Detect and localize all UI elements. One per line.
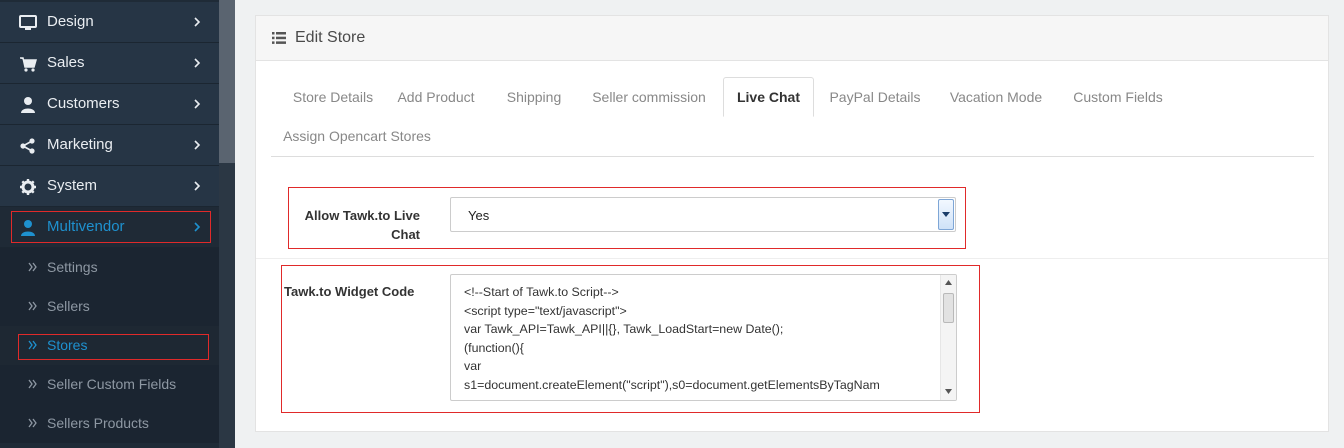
sidebar-subitem-sellers[interactable]: Sellers — [0, 287, 219, 326]
widget-code-text: <!--Start of Tawk.to Script--> <script t… — [464, 285, 880, 392]
chevron-right-icon — [194, 58, 201, 68]
panel-heading: Edit Store — [256, 16, 1328, 61]
live-chat-label: Allow Tawk.to Live Chat — [304, 208, 420, 242]
tab-custom-fields[interactable]: Custom Fields — [1066, 77, 1170, 117]
sidebar-scrollbar[interactable] — [219, 0, 235, 448]
scroll-up-arrow-icon[interactable] — [945, 280, 952, 285]
tabs-divider — [271, 156, 1314, 157]
chevron-right-icon — [194, 17, 201, 27]
sidebar: Design Sales Customers Marketing System … — [0, 0, 219, 448]
user-icon — [21, 97, 35, 113]
sidebar-item-label: Customers — [47, 95, 120, 112]
sidebar-scrollbar-thumb[interactable] — [219, 0, 235, 163]
chevron-right-icon — [194, 181, 201, 191]
double-chevron-right-icon — [28, 262, 37, 272]
caret-down-icon — [942, 212, 950, 217]
widget-code-label: Tawk.to Widget Code — [284, 284, 415, 299]
sidebar-item-marketing[interactable]: Marketing — [0, 125, 219, 166]
page-title: Edit Store — [295, 29, 366, 46]
form-row-divider — [256, 258, 1328, 259]
sidebar-item-label: Marketing — [47, 136, 113, 153]
sidebar-subitem-seller-custom-fields[interactable]: Seller Custom Fields — [0, 365, 219, 404]
sidebar-item-design[interactable]: Design — [0, 2, 219, 43]
list-icon — [272, 32, 286, 44]
tab-live-chat[interactable]: Live Chat — [723, 77, 814, 117]
chevron-right-icon — [194, 99, 201, 109]
double-chevron-right-icon — [28, 418, 37, 428]
double-chevron-right-icon — [28, 301, 37, 311]
sidebar-item-label: System — [47, 177, 98, 194]
sidebar-item-label: Sales — [47, 54, 85, 71]
sidebar-subitem-sellers-products[interactable]: Sellers Products — [0, 404, 219, 443]
textarea-scrollbar-thumb[interactable] — [943, 293, 954, 323]
tab-store-details[interactable]: Store Details — [273, 77, 393, 117]
tab-shipping[interactable]: Shipping — [496, 77, 572, 117]
sidebar-subitem-label: Settings — [47, 259, 98, 275]
edit-store-panel: Edit Store Store Details Add Product Shi… — [255, 15, 1329, 432]
double-chevron-right-icon — [28, 379, 37, 389]
widget-code-textarea[interactable]: <!--Start of Tawk.to Script--> <script t… — [450, 274, 957, 401]
highlight-box — [18, 334, 209, 360]
tab-add-product[interactable]: Add Product — [390, 77, 482, 117]
chevron-right-icon — [194, 140, 201, 150]
sidebar-item-system[interactable]: System — [0, 166, 219, 207]
sidebar-item-label: Design — [47, 13, 94, 30]
tab-paypal-details[interactable]: PayPal Details — [822, 77, 928, 117]
sidebar-subitem-settings[interactable]: Settings — [0, 248, 219, 287]
tab-seller-commission[interactable]: Seller commission — [581, 77, 717, 117]
live-chat-select[interactable]: Yes — [450, 197, 956, 232]
shopping-cart-icon — [20, 57, 37, 72]
dropdown-arrow-button[interactable] — [938, 199, 954, 230]
textarea-scrollbar[interactable] — [940, 275, 956, 400]
share-icon — [20, 138, 35, 154]
sidebar-item-sales[interactable]: Sales — [0, 43, 219, 84]
sidebar-subitem-label: Sellers — [47, 298, 90, 314]
sidebar-subitem-label: Sellers Products — [47, 415, 149, 431]
tab-assign-opencart-stores[interactable]: Assign Opencart Stores — [280, 116, 434, 156]
sidebar-item-customers[interactable]: Customers — [0, 84, 219, 125]
scroll-down-arrow-icon[interactable] — [945, 389, 952, 394]
sidebar-subitem-label: Seller Custom Fields — [47, 376, 177, 392]
desktop-icon — [19, 15, 37, 30]
gear-icon — [20, 179, 36, 195]
highlight-box — [11, 211, 211, 243]
tab-vacation-mode[interactable]: Vacation Mode — [940, 77, 1052, 117]
live-chat-select-value: Yes — [468, 208, 490, 223]
